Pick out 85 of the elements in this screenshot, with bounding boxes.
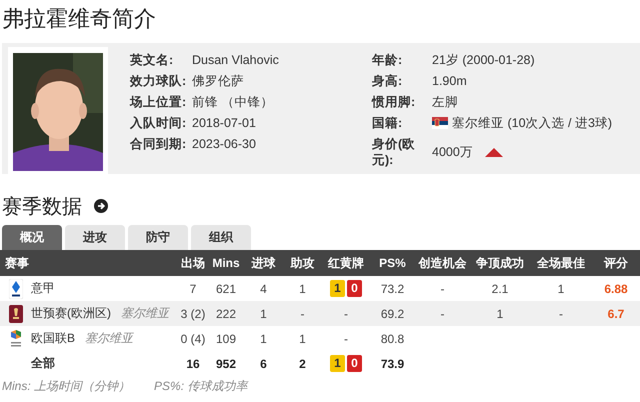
column-header: Mins	[208, 250, 244, 276]
league-logo-icon	[9, 304, 23, 324]
table-cell-text: 952	[214, 356, 238, 372]
field-label: 效力球队:	[130, 73, 188, 89]
field-value: 左脚	[432, 94, 458, 110]
field-value: 2023-06-30	[192, 136, 256, 152]
column-header: 创造机会	[415, 250, 470, 276]
sending-off-card-count: 0	[347, 280, 362, 297]
table-cell-text: 2	[298, 356, 307, 372]
table-cell-text: 16	[185, 356, 201, 372]
field-value: 4000万	[432, 144, 473, 160]
field-label: 年龄:	[372, 52, 404, 68]
field-label: 身价(欧元):	[372, 136, 416, 168]
table-cell-text: 73.9	[380, 356, 406, 372]
field-value: Dusan Vlahovic	[192, 52, 279, 68]
competition-name: 欧国联B	[31, 330, 76, 347]
table-cell: 222	[208, 301, 244, 326]
competition-name: 世预赛(欧洲区)	[31, 305, 111, 322]
column-header: 赛事	[0, 250, 178, 276]
table-cell: 1	[244, 301, 283, 326]
table-cell: -	[322, 301, 370, 326]
column-header: 助攻	[283, 250, 322, 276]
team-name: 塞尔维亚	[121, 305, 169, 322]
section-title: 赛季数据	[2, 194, 82, 220]
field-label: 惯用脚:	[372, 94, 416, 110]
caution-card-count: 1	[330, 355, 345, 372]
tab[interactable]: 进攻	[65, 225, 125, 250]
footnote: PS%: 传球成功率	[154, 378, 248, 395]
table-cell: -	[530, 301, 592, 326]
field-value: 21岁 (2000-01-28)	[432, 52, 535, 68]
table-cell: 4	[244, 276, 283, 301]
table-cell: 1	[530, 276, 592, 301]
league-logo-icon	[9, 278, 23, 298]
column-header: 争顶成功	[470, 250, 530, 276]
field-label: 场上位置:	[130, 94, 188, 110]
table-cell: 73.2	[370, 276, 415, 301]
table-cell: 3 (2)	[178, 301, 208, 326]
table-cell: 0 (4)	[178, 326, 208, 351]
page-title: 弗拉霍维奇简介	[1, 5, 157, 33]
field-label: 国籍:	[372, 115, 404, 131]
table-cell: -	[415, 276, 470, 301]
tab[interactable]: 概况	[2, 225, 62, 250]
tab[interactable]: 组织	[191, 225, 251, 250]
column-header: 全场最佳	[530, 250, 592, 276]
sending-off-card-count: 0	[347, 355, 362, 372]
competition-name: 全部	[31, 355, 55, 372]
table-cell: 2.1	[470, 276, 530, 301]
table-cell: 1	[283, 276, 322, 301]
column-header: 红黄牌	[322, 250, 370, 276]
field-label: 合同到期:	[130, 136, 188, 152]
team-name: 塞尔维亚	[85, 330, 134, 347]
field-label: 身高:	[372, 73, 404, 89]
league-logo-icon	[9, 328, 23, 348]
column-header: PS%	[370, 250, 415, 276]
table-cell: 621	[208, 276, 244, 301]
field-label: 入队时间:	[130, 115, 188, 131]
table-cell: -	[415, 301, 470, 326]
field-value: 2018-07-01	[192, 115, 256, 131]
table-cell: 1	[470, 301, 530, 326]
field-value: 塞尔维亚 (10次入选 / 进3球)	[452, 115, 612, 131]
table-cell: 1	[283, 326, 322, 351]
table-cell: 6.7	[592, 301, 640, 326]
field-value: 1.90m	[432, 73, 467, 89]
table-cell: 7	[178, 276, 208, 301]
up-triangle-icon	[484, 148, 503, 156]
flag-icon	[432, 117, 448, 129]
table-cell-text: 6	[259, 356, 268, 372]
table-cell: -	[283, 301, 322, 326]
field-label: 英文名:	[130, 52, 174, 68]
table-cell: -	[322, 326, 370, 351]
column-header: 出场	[178, 250, 208, 276]
table-cell: 109	[208, 326, 244, 351]
table-cell: 6.88	[592, 276, 640, 301]
column-header: 进球	[244, 250, 283, 276]
tab[interactable]: 防守	[128, 225, 188, 250]
table-cell: 69.2	[370, 301, 415, 326]
competition-name: 意甲	[31, 280, 55, 297]
field-value: 前锋 （中锋）	[192, 94, 274, 110]
field-value: 佛罗伦萨	[192, 73, 244, 89]
column-header: 评分	[592, 250, 640, 276]
caution-card-count: 1	[330, 280, 345, 297]
table-cell: 80.8	[370, 326, 415, 351]
arrow-right-icon	[94, 199, 108, 213]
table-cell: 1	[244, 326, 283, 351]
footnote: Mins: 上场时间（分钟）	[2, 378, 130, 395]
